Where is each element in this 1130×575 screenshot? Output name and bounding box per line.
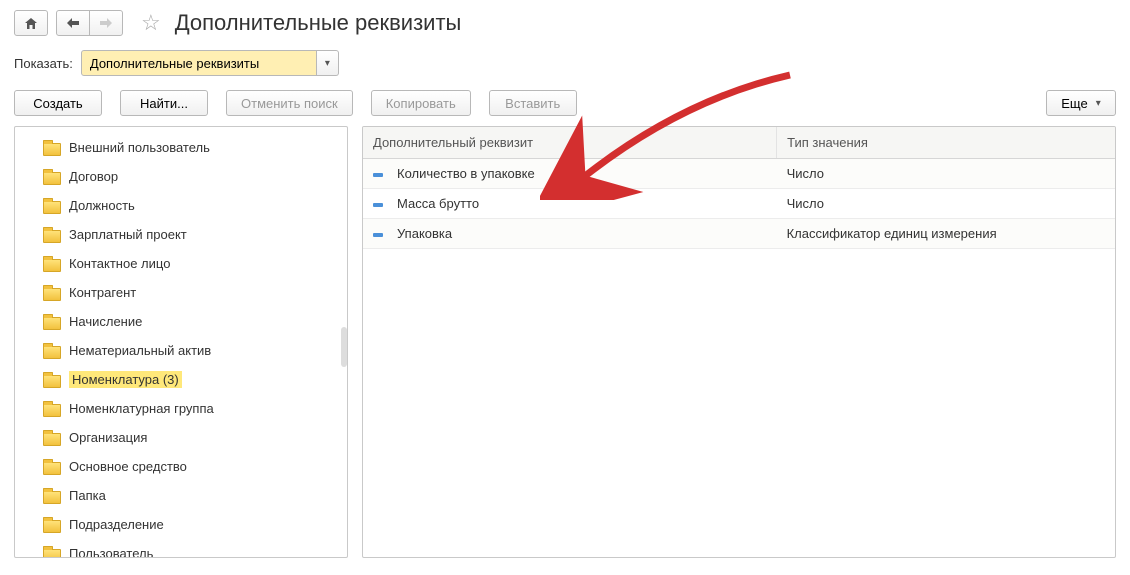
tree-item[interactable]: Должность	[15, 191, 347, 220]
cell-name: Количество в упаковке	[363, 159, 777, 189]
tree-item[interactable]: Основное средство	[15, 452, 347, 481]
tree-item[interactable]: Нематериальный актив	[15, 336, 347, 365]
tree-item-label: Контактное лицо	[69, 256, 170, 271]
filter-combo: ▾	[81, 50, 339, 76]
tree-item[interactable]: Папка	[15, 481, 347, 510]
cell-type: Число	[777, 159, 1115, 189]
tree-item[interactable]: Зарплатный проект	[15, 220, 347, 249]
tree-item-label: Договор	[69, 169, 118, 184]
favorite-icon[interactable]: ☆	[141, 10, 161, 36]
find-button[interactable]: Найти...	[120, 90, 208, 116]
tree-item-label: Организация	[69, 430, 147, 445]
tree-item[interactable]: Контрагент	[15, 278, 347, 307]
tree-item-label: Папка	[69, 488, 106, 503]
arrow-left-icon	[67, 18, 79, 28]
forward-button[interactable]	[89, 10, 123, 36]
tree-item-label: Номенклатурная группа	[69, 401, 214, 416]
folder-icon	[43, 402, 59, 416]
folder-icon	[43, 489, 59, 503]
cell-type: Число	[777, 189, 1115, 219]
attribute-icon	[373, 203, 383, 207]
tree-item[interactable]: Номенклатура (3)	[15, 365, 347, 394]
filter-dropdown-button[interactable]: ▾	[317, 50, 339, 76]
filter-label: Показать:	[14, 56, 73, 71]
tree-item[interactable]: Внешний пользователь	[15, 133, 347, 162]
attributes-table: Дополнительный реквизит Тип значения Кол…	[363, 127, 1115, 249]
folder-icon	[43, 199, 59, 213]
tree-item-label: Подразделение	[69, 517, 164, 532]
folder-icon	[43, 141, 59, 155]
home-icon	[24, 17, 38, 30]
arrow-right-icon	[100, 18, 112, 28]
page-title: Дополнительные реквизиты	[175, 10, 462, 36]
tree-item-label: Основное средство	[69, 459, 187, 474]
cell-name: Масса брутто	[363, 189, 777, 219]
tree-item[interactable]: Организация	[15, 423, 347, 452]
tree-item[interactable]: Договор	[15, 162, 347, 191]
tree-item-label: Внешний пользователь	[69, 140, 210, 155]
table-row[interactable]: Масса бруттоЧисло	[363, 189, 1115, 219]
folder-icon	[43, 344, 59, 358]
tree-item[interactable]: Контактное лицо	[15, 249, 347, 278]
tree-item-label: Нематериальный актив	[69, 343, 211, 358]
scrollbar[interactable]	[341, 327, 347, 367]
tree-item[interactable]: Подразделение	[15, 510, 347, 539]
folder-icon	[43, 170, 59, 184]
tree-item-label: Номенклатура (3)	[69, 371, 182, 388]
table-row[interactable]: Количество в упаковкеЧисло	[363, 159, 1115, 189]
folder-icon	[43, 460, 59, 474]
tree-item[interactable]: Начисление	[15, 307, 347, 336]
more-button[interactable]: Еще ▾	[1046, 90, 1116, 116]
copy-button[interactable]: Копировать	[371, 90, 471, 116]
back-button[interactable]	[56, 10, 90, 36]
filter-input[interactable]	[81, 50, 317, 76]
folder-icon	[43, 431, 59, 445]
tree-item[interactable]: Пользователь	[15, 539, 347, 557]
folder-icon	[43, 547, 59, 558]
table-panel: Дополнительный реквизит Тип значения Кол…	[362, 126, 1116, 558]
history-nav	[56, 10, 123, 36]
chevron-down-icon: ▾	[325, 58, 330, 69]
table-row[interactable]: УпаковкаКлассификатор единиц измерения	[363, 219, 1115, 249]
folder-icon	[43, 518, 59, 532]
tree-item-label: Начисление	[69, 314, 142, 329]
tree-item[interactable]: Номенклатурная группа	[15, 394, 347, 423]
folder-icon	[43, 228, 59, 242]
folder-icon	[43, 373, 59, 387]
cancel-search-button[interactable]: Отменить поиск	[226, 90, 353, 116]
folder-icon	[43, 315, 59, 329]
column-header-type[interactable]: Тип значения	[777, 127, 1115, 159]
tree-item-label: Пользователь	[69, 546, 153, 557]
chevron-down-icon: ▾	[1096, 98, 1101, 109]
create-button[interactable]: Создать	[14, 90, 102, 116]
attribute-icon	[373, 233, 383, 237]
attribute-icon	[373, 173, 383, 177]
tree-list[interactable]: Внешний пользователь Договор Должность Зарп…	[15, 127, 347, 557]
folder-icon	[43, 257, 59, 271]
tree-item-label: Контрагент	[69, 285, 136, 300]
paste-button[interactable]: Вставить	[489, 90, 577, 116]
cell-type: Классификатор единиц измерения	[777, 219, 1115, 249]
more-label: Еще	[1061, 96, 1087, 111]
home-button[interactable]	[14, 10, 48, 36]
tree-item-label: Должность	[69, 198, 135, 213]
column-header-name[interactable]: Дополнительный реквизит	[363, 127, 777, 159]
cell-name: Упаковка	[363, 219, 777, 249]
tree-item-label: Зарплатный проект	[69, 227, 187, 242]
folder-icon	[43, 286, 59, 300]
tree-panel: Внешний пользователь Договор Должность Зарп…	[14, 126, 348, 558]
